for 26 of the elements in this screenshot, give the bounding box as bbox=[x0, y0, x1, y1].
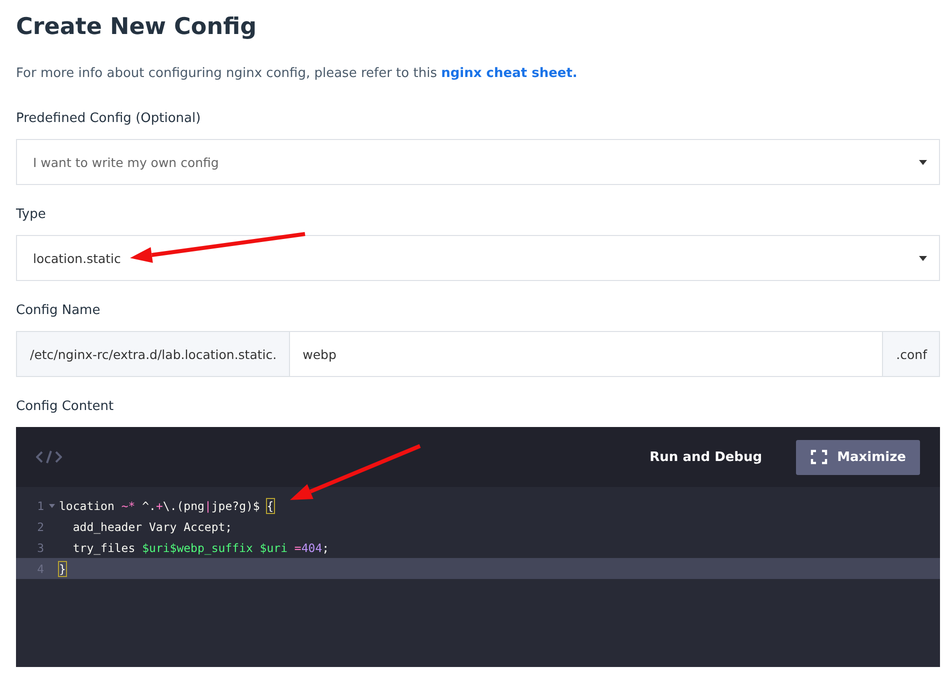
code-line: } bbox=[59, 562, 66, 576]
extension-suffix: .conf bbox=[882, 332, 939, 376]
maximize-button[interactable]: Maximize bbox=[796, 440, 920, 474]
field-label: Type bbox=[16, 207, 47, 222]
caret-icon bbox=[919, 256, 927, 260]
cheat-sheet-link[interactable]: nginx cheat sheet. bbox=[441, 66, 578, 81]
dropdown-field[interactable]: I want to write my own config bbox=[16, 139, 940, 185]
code-icon[interactable] bbox=[36, 450, 62, 464]
field-label: Predefined Config (Optional) bbox=[16, 111, 202, 126]
code-line: try_files $uri$webp_suffix $uri =404; bbox=[72, 540, 330, 554]
line-number: 1 bbox=[36, 498, 44, 512]
path-prefix: /etc/nginx-rc/extra.d/lab.location.static. bbox=[17, 332, 290, 376]
intro-text: For more info about configuring nginx config, please refer to this nginx cheat sheet. bbox=[16, 66, 578, 81]
code-line: location ~* ^.+\.(png|jpe?g)$ { bbox=[59, 498, 274, 512]
page-title: Create New Config bbox=[16, 14, 258, 40]
caret-icon bbox=[919, 160, 927, 164]
line-number: 2 bbox=[36, 520, 44, 534]
field-label: Config Name bbox=[16, 303, 102, 318]
fold-icon[interactable] bbox=[48, 504, 54, 508]
expand-icon bbox=[810, 449, 828, 465]
config-name-field[interactable]: /etc/nginx-rc/extra.d/lab.location.static. webp .conf bbox=[16, 331, 940, 377]
line-number: 3 bbox=[36, 540, 44, 554]
run-debug-button[interactable]: Run and Debug bbox=[650, 450, 762, 464]
dropdown-field[interactable]: location.static bbox=[16, 235, 940, 281]
field-label: Config Content bbox=[16, 399, 115, 414]
code-line: add_header Vary Accept; bbox=[72, 520, 232, 534]
